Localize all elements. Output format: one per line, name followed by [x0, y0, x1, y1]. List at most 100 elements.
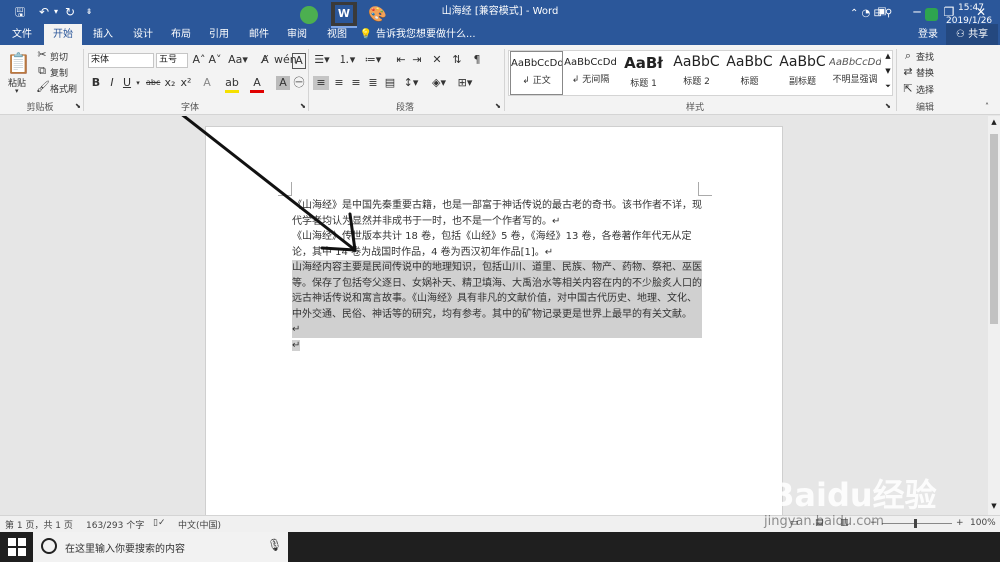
styles-launcher-icon[interactable]: ⬊: [885, 102, 891, 110]
line-spacing-icon[interactable]: ↕▾: [402, 76, 420, 90]
style-heading-1[interactable]: AaBł 标题 1: [617, 51, 670, 95]
tab-insert[interactable]: 插入: [84, 24, 122, 45]
shading-icon[interactable]: ◈▾: [430, 76, 448, 90]
paint-app-icon[interactable]: 🎨: [368, 5, 387, 23]
phonetic-guide-icon[interactable]: wén: [274, 53, 297, 67]
italic-icon[interactable]: I: [106, 76, 118, 90]
format-painter-icon[interactable]: 🖌: [36, 80, 50, 94]
replace-button[interactable]: 替换: [916, 66, 934, 79]
align-right-icon[interactable]: ≡: [348, 76, 364, 90]
zoom-level[interactable]: 100%: [970, 518, 996, 528]
highlight-icon[interactable]: ab: [225, 76, 239, 93]
clock-time[interactable]: 15:47: [958, 3, 984, 13]
distributed-icon[interactable]: ▤: [382, 76, 398, 90]
styles-scroll-up-icon[interactable]: ▲: [883, 52, 893, 66]
page-count[interactable]: 第 1 页，共 1 页: [5, 518, 73, 531]
style-heading-2[interactable]: AaBbC 标题 2: [670, 51, 723, 95]
style-subtitle[interactable]: AaBbC 副标题: [776, 51, 829, 95]
scrollbar-thumb[interactable]: [990, 134, 998, 324]
clear-formatting-icon[interactable]: A̸: [258, 53, 272, 67]
paste-icon[interactable]: 📋: [6, 51, 31, 75]
paragraph-1[interactable]: 《山海经》是中国先秦重要古籍，也是一部富于神话传说的最古老的奇书。该书作者不详，…: [292, 198, 702, 229]
strikethrough-icon[interactable]: abc: [146, 76, 160, 90]
tell-me-box[interactable]: 告诉我您想要做什么...: [376, 24, 486, 45]
sign-in-link[interactable]: 登录: [912, 24, 944, 45]
bullets-icon[interactable]: ☰▾: [313, 53, 331, 67]
paste-dropdown-icon[interactable]: ▾: [15, 87, 19, 95]
chinese-layout-icon[interactable]: ✕: [430, 53, 444, 67]
replace-icon[interactable]: ⇄: [902, 65, 914, 79]
paragraph-3-selected[interactable]: 山海经内容主要是民间传说中的地理知识，包括山川、道里、民族、物产、药物、祭祀、巫…: [292, 260, 702, 338]
enclose-characters-icon[interactable]: ㊀: [292, 76, 306, 90]
styles-scroll-down-icon[interactable]: ▼: [883, 67, 893, 81]
numbering-icon[interactable]: ⒈▾: [338, 53, 356, 67]
show-marks-icon[interactable]: ¶: [470, 53, 484, 67]
align-center-icon[interactable]: ≡: [331, 76, 347, 90]
grow-font-icon[interactable]: A˄: [192, 53, 206, 67]
justify-icon[interactable]: ≣: [365, 76, 381, 90]
sort-icon[interactable]: ⇅: [450, 53, 464, 67]
copy-button[interactable]: 复制: [50, 66, 68, 79]
clock-date[interactable]: 2019/1/26: [946, 16, 992, 26]
tab-mailings[interactable]: 邮件: [240, 24, 278, 45]
subscript-icon[interactable]: x₂: [163, 76, 177, 90]
format-painter-button[interactable]: 格式刷: [50, 82, 77, 95]
bold-icon[interactable]: B: [90, 76, 102, 90]
word-app-icon[interactable]: W: [331, 2, 357, 28]
scissors-icon[interactable]: ✂: [36, 48, 48, 62]
shrink-font-icon[interactable]: A˅: [208, 53, 222, 67]
tab-review[interactable]: 审阅: [278, 24, 316, 45]
font-size-combo[interactable]: 五号: [156, 53, 188, 68]
find-icon[interactable]: ⌕: [902, 49, 914, 63]
tab-design[interactable]: 设计: [124, 24, 162, 45]
paragraph-launcher-icon[interactable]: ⬊: [495, 102, 501, 110]
tab-layout[interactable]: 布局: [162, 24, 200, 45]
zoom-slider-thumb[interactable]: [914, 519, 917, 528]
tab-file[interactable]: 文件: [2, 24, 42, 45]
ime-icon[interactable]: [925, 8, 938, 21]
tab-home[interactable]: 开始: [44, 24, 82, 45]
cut-button[interactable]: 剪切: [50, 50, 68, 63]
paragraph-2[interactable]: 《山海经》传世版本共计 18 卷，包括《山经》5 卷，《海经》13 卷，各卷著作…: [292, 229, 702, 260]
vertical-scrollbar[interactable]: ▲ ▼: [988, 116, 1000, 515]
select-button[interactable]: 选择: [916, 83, 934, 96]
decrease-indent-icon[interactable]: ⇤: [394, 53, 408, 67]
windows-start-icon[interactable]: [8, 538, 26, 556]
multilevel-list-icon[interactable]: ≔▾: [364, 53, 382, 67]
zoom-slider[interactable]: [882, 523, 952, 524]
style-subtle-emphasis[interactable]: AaBbCcDd 不明显强调: [829, 51, 881, 95]
borders-icon[interactable]: ⊞▾: [456, 76, 474, 90]
styles-more-icon[interactable]: ⏷: [883, 82, 893, 95]
browser-app-icon[interactable]: [300, 6, 318, 24]
underline-dropdown-icon[interactable]: ▾: [134, 76, 142, 90]
font-color-icon[interactable]: A: [250, 76, 264, 93]
scroll-up-icon[interactable]: ▲: [988, 118, 1000, 126]
zoom-in-icon[interactable]: +: [956, 518, 964, 528]
superscript-icon[interactable]: x²: [179, 76, 193, 90]
collapse-ribbon-icon[interactable]: ˄: [985, 102, 989, 111]
increase-indent-icon[interactable]: ⇥: [410, 53, 424, 67]
find-button[interactable]: 查找: [916, 50, 934, 63]
character-shading-icon[interactable]: A: [276, 76, 290, 90]
clipboard-launcher-icon[interactable]: ⬊: [75, 102, 81, 110]
language-indicator[interactable]: 中文(中国): [178, 518, 221, 531]
style-no-spacing[interactable]: AaBbCcDd ↲ 无间隔: [564, 51, 617, 95]
character-border-icon[interactable]: A: [292, 53, 306, 69]
font-launcher-icon[interactable]: ⬊: [300, 102, 306, 110]
proofing-icon[interactable]: ▯✓: [153, 518, 166, 528]
change-case-icon[interactable]: Aa▾: [228, 53, 248, 67]
taskbar-search-box[interactable]: 在这里输入你要搜索的内容 🎙: [33, 532, 288, 562]
select-icon[interactable]: ⇱: [902, 82, 914, 96]
underline-icon[interactable]: U: [121, 76, 133, 90]
share-button[interactable]: ⚇ 共享: [946, 24, 998, 45]
tray-icons[interactable]: ⌃ ◔ ⊟ ⚲: [850, 8, 892, 19]
paragraph-4[interactable]: ↵: [292, 338, 301, 354]
text-effects-icon[interactable]: A: [200, 76, 214, 90]
copy-icon[interactable]: ⧉: [36, 64, 48, 78]
align-left-icon[interactable]: ≡: [313, 76, 329, 90]
font-name-combo[interactable]: 宋体: [88, 53, 154, 68]
tab-references[interactable]: 引用: [200, 24, 238, 45]
microphone-icon[interactable]: 🎙: [267, 538, 282, 552]
style-normal[interactable]: AaBbCcDd ↲ 正文: [510, 51, 563, 95]
document-page[interactable]: 《山海经》是中国先秦重要古籍，也是一部富于神话传说的最古老的奇书。该书作者不详，…: [205, 126, 783, 526]
